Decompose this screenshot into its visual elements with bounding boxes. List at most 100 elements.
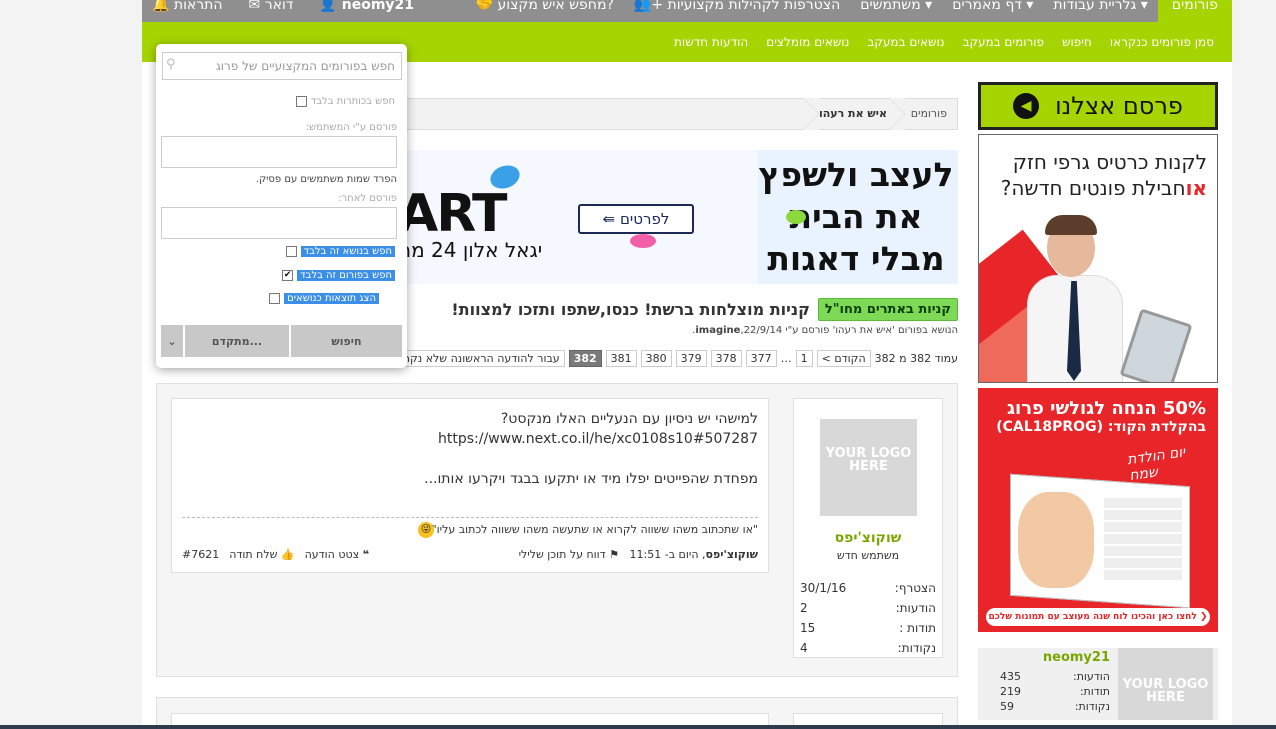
page-navigation: עמוד 382 מ 382 < הקודם 1 … 377 378 379 3…	[384, 350, 958, 367]
ad-cta-button[interactable]: ❮ לחצו כאן והכינו לוח שנה מעוצב עם תמונו…	[986, 608, 1210, 626]
mark-forums-read-link[interactable]: סמן פורומים כנקראו	[1110, 35, 1214, 49]
chevron-down-icon[interactable]: ⌄	[161, 325, 183, 357]
posted-by-label: פורסם ע"י המשתמש:	[305, 122, 397, 133]
this-forum-option[interactable]: ✔ חפש בפורום זה בלבד	[282, 270, 395, 281]
alerts-link[interactable]: 🔔 התראות	[152, 0, 223, 22]
page-link[interactable]: 1	[795, 350, 813, 367]
page-link[interactable]: 381	[605, 350, 637, 367]
prev-page-button[interactable]: < הקודם	[816, 350, 871, 367]
search-buttons: ⌄ מתקדם... חיפוש	[161, 325, 402, 357]
thread-starter-link[interactable]: imagine	[695, 325, 740, 336]
show-as-threads-option[interactable]: הצג תוצאות כנושאים	[269, 293, 379, 304]
separate-names-hint: הפרד שמות משתמשים עם פסיק.	[255, 174, 397, 185]
search-button[interactable]: חיפוש	[291, 325, 402, 357]
show-as-threads-label: הצג תוצאות כנושאים	[284, 293, 379, 304]
calendar-ad[interactable]: 50% הנחה לגולשי פרוג בהקלדת הקוד: (CAL18…	[978, 388, 1218, 632]
tab-users[interactable]: משתמשים ▾	[850, 0, 942, 22]
post-author-link[interactable]: שוקוצ'יפס	[706, 548, 759, 561]
tab-gallery[interactable]: גלריית עבודות ▾	[1043, 0, 1157, 22]
posted-by-field[interactable]	[161, 136, 397, 168]
post-text-line: למישהי יש ניסיון עם הנעליים האלו מנקסט?	[500, 411, 758, 427]
tab-find-professional[interactable]: 🤝 מחפש איש מקצוע?	[466, 0, 624, 22]
new-posts-link[interactable]: הודעות חדשות	[674, 35, 748, 49]
thanks-label: שלח תודה	[229, 548, 278, 561]
flag-icon: ⚑	[609, 548, 620, 561]
watched-threads-link[interactable]: נושאים במעקב	[867, 35, 944, 49]
search-link[interactable]: חיפוש	[1062, 35, 1092, 49]
bottom-strip	[0, 725, 1276, 729]
breadcrumb: פורומים איש את רעהו	[398, 98, 958, 130]
join-communities-label: הצטרפות לקהילות מקצועיות	[667, 0, 841, 13]
post-info: שוקוצ'יפס, היום ב- 11:51 ⚑ דווח על תוכן …	[519, 548, 758, 561]
banner-subtitle: יגאל אלון 24 מח	[398, 238, 543, 262]
breadcrumb-root[interactable]: פורומים	[911, 107, 947, 120]
stat-label: נקודות:	[1074, 700, 1110, 713]
advanced-search-button[interactable]: מתקדם...	[185, 325, 289, 357]
post-signature: "או שתכתוב משהו ששווה לקרוא או שתעשה משה…	[431, 523, 758, 536]
first-unread-link[interactable]: עבור להודעה הראשונה שלא נקראה	[384, 350, 565, 367]
page-link[interactable]: 380	[640, 350, 672, 367]
page-skip[interactable]: …	[781, 352, 792, 365]
tab-forums[interactable]: פורומים	[1157, 0, 1232, 22]
watched-forums-link[interactable]: פורומים במעקב	[963, 35, 1044, 49]
graphics-card-ad[interactable]: לקנות כרטיס גרפי חזק אוחבילת פונטים חדשה…	[978, 134, 1218, 383]
signature-divider	[182, 517, 758, 518]
stat-value: 219	[1000, 685, 1021, 698]
post-actions: #7621 👍 שלח תודה ❝ צטט הודעה	[182, 548, 369, 561]
tablet-icon	[1119, 308, 1193, 382]
this-thread-option[interactable]: חפש בנושא זה בלבד	[285, 246, 395, 257]
avatar[interactable]: YOUR LOGO HERE	[820, 419, 917, 516]
this-thread-label: חפש בנושא זה בלבד	[300, 246, 395, 257]
search-input[interactable]: חפש בפורומים המקצועיים של פרוג	[162, 52, 402, 80]
bell-icon: 🔔	[152, 0, 170, 13]
ad-text: לקנות כרטיס גרפי חזק אוחבילת פונטים חדשה…	[987, 149, 1207, 201]
user-icon: 👤	[319, 0, 337, 13]
visitor-avatar[interactable]: YOUR LOGO HERE	[1118, 648, 1213, 720]
post-link[interactable]: https://www.next.co.il/he/xc0108s10#5072…	[438, 431, 758, 447]
show-as-threads-checkbox[interactable]	[269, 293, 281, 304]
this-forum-checkbox[interactable]: ✔	[282, 270, 294, 281]
thanks-button[interactable]: 👍 שלח תודה	[229, 548, 294, 561]
advertise-with-us-button[interactable]: פרסם אצלנו ◀	[978, 82, 1218, 130]
tab-articles[interactable]: דף מאמרים ▾	[942, 0, 1043, 22]
page-link[interactable]: 377	[745, 350, 777, 367]
search-icon: ⚲	[166, 57, 176, 72]
recommended-threads-link[interactable]: נושאים מומלצים	[766, 35, 849, 49]
this-thread-checkbox[interactable]	[285, 246, 297, 257]
titles-only-checkbox[interactable]	[295, 96, 307, 107]
page-link[interactable]: 378	[710, 350, 742, 367]
stat-value: 2	[800, 601, 808, 615]
newer-than-field[interactable]	[161, 207, 397, 239]
visitor-username[interactable]: neomy21	[1043, 650, 1110, 665]
user-menu[interactable]: 👤 neomy21	[319, 0, 414, 22]
post-number-link[interactable]: #7621	[182, 548, 219, 561]
tongue-emoji-icon: 😜	[418, 522, 434, 538]
stat-label: נקודות:	[897, 641, 936, 655]
banner-ad[interactable]: לעצב ולשפץ את הבית מבלי דאגות ⇚ לפרטים A…	[398, 150, 958, 284]
banner-brand: ART	[398, 184, 507, 244]
this-forum-label: חפש בפורום זה בלבד	[297, 270, 395, 281]
stat-label: תודות :	[899, 621, 936, 635]
page-link[interactable]: 379	[675, 350, 707, 367]
stat-label: הודעות:	[895, 601, 936, 615]
tab-join-communities[interactable]: 👥+ הצטרפות לקהילות מקצועיות	[624, 0, 850, 22]
quote-label: צטט הודעה	[304, 548, 360, 561]
titles-only-label: חפש בכותרות בלבד	[310, 96, 395, 107]
quote-button[interactable]: ❝ צטט הודעה	[305, 548, 370, 561]
banner-details-label: לפרטים	[619, 210, 670, 228]
current-page[interactable]: 382	[568, 350, 602, 367]
author-stat-thanks: תודות : 15	[800, 621, 936, 635]
author-card: YOUR LOGO HERE שוקוצ'יפס משתמש חדש הצטרף…	[793, 398, 943, 658]
calendar-grid	[1104, 496, 1182, 580]
thread-prefix-badge[interactable]: קניות באתרים מחו"ל	[817, 298, 958, 321]
breadcrumb-current[interactable]: איש את רעהו	[819, 107, 887, 120]
stat-value: 435	[1000, 670, 1021, 683]
report-link[interactable]: ⚑ דווח על תוכן שלילי	[519, 548, 619, 561]
visitor-card: neomy21 הודעות: 435 תודות: 219 נקודות: 59 Y…	[978, 648, 1218, 720]
titles-only-option[interactable]: חפש בכותרות בלבד	[295, 96, 395, 107]
ad-code: בהקלדת הקוד: (CAL18PROG)	[996, 419, 1206, 435]
advertise-label: פרסם אצלנו	[1055, 92, 1183, 120]
author-name[interactable]: שוקוצ'יפס	[794, 530, 942, 546]
stat-value: 30/1/16	[800, 581, 847, 595]
inbox-link[interactable]: ✉ דואר	[249, 0, 294, 22]
